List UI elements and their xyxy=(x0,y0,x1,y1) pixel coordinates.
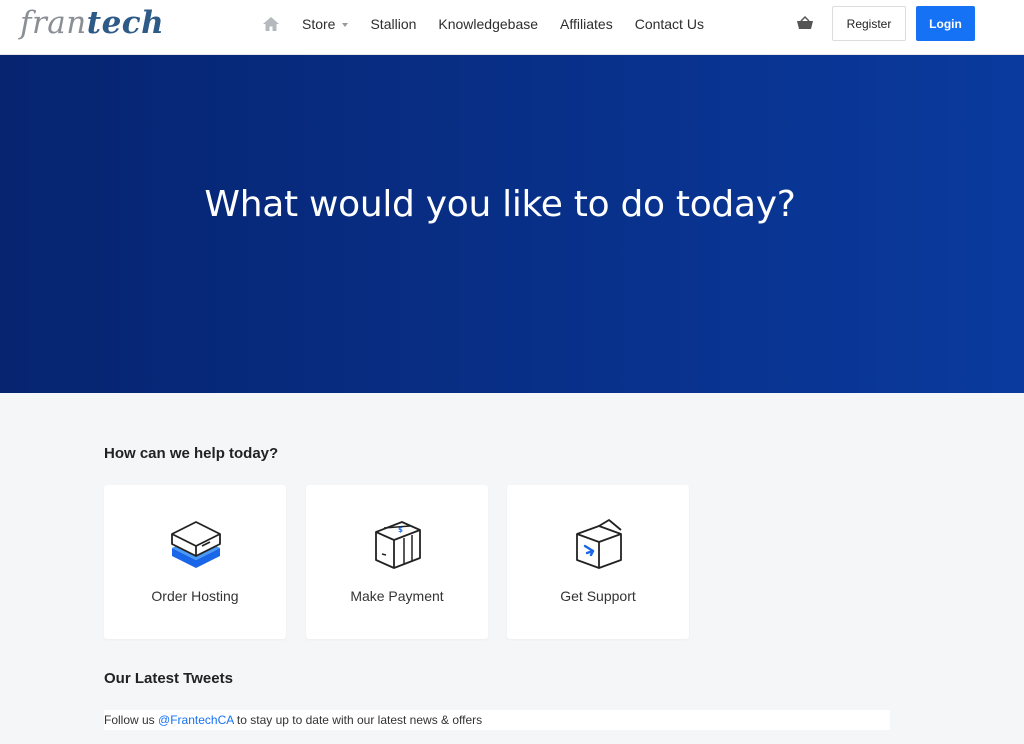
make-payment-card[interactable]: $ Make Payment xyxy=(306,485,488,639)
nav-store[interactable]: Store xyxy=(302,15,349,32)
logo-text-part1: fran xyxy=(20,5,87,41)
server-icon xyxy=(170,518,222,570)
login-button[interactable]: Login xyxy=(916,6,975,41)
chevron-down-icon xyxy=(342,22,349,27)
register-button[interactable]: Register xyxy=(832,6,906,41)
nav-stallion[interactable]: Stallion xyxy=(370,16,416,32)
order-hosting-card[interactable]: Order Hosting xyxy=(104,485,286,639)
get-support-card[interactable]: Get Support xyxy=(507,485,689,639)
get-support-label: Get Support xyxy=(560,588,636,604)
follow-prefix: Follow us xyxy=(104,713,159,727)
nav-store-label: Store xyxy=(302,15,336,32)
nav-knowledgebase[interactable]: Knowledgebase xyxy=(438,16,538,32)
logo-text-part2: tech xyxy=(86,5,165,41)
hero-banner: What would you like to do today? xyxy=(0,55,1024,393)
svg-text:$: $ xyxy=(398,526,403,534)
tweets-section-title: Our Latest Tweets xyxy=(104,670,233,687)
support-box-icon xyxy=(573,518,625,570)
order-hosting-label: Order Hosting xyxy=(151,588,239,604)
hero-title: What would you like to do today? xyxy=(204,184,796,225)
home-icon[interactable] xyxy=(262,14,282,34)
cart-icon[interactable] xyxy=(796,15,814,33)
main-nav: Store Stallion Knowledgebase Affiliates … xyxy=(262,0,726,47)
site-header: frantech Store Stallion Knowledgebase Af… xyxy=(0,0,1024,55)
make-payment-label: Make Payment xyxy=(350,588,444,604)
twitter-handle-link[interactable]: @FrantechCA xyxy=(158,713,234,727)
help-section-title: How can we help today? xyxy=(104,445,279,462)
payment-box-icon: $ xyxy=(372,518,424,570)
frantech-logo[interactable]: frantech xyxy=(20,0,164,46)
nav-contact-us[interactable]: Contact Us xyxy=(635,16,704,32)
tweet-follow-text: Follow us @FrantechCA to stay up to date… xyxy=(104,710,890,730)
nav-affiliates[interactable]: Affiliates xyxy=(560,16,613,32)
follow-suffix: to stay up to date with our latest news … xyxy=(233,713,483,727)
